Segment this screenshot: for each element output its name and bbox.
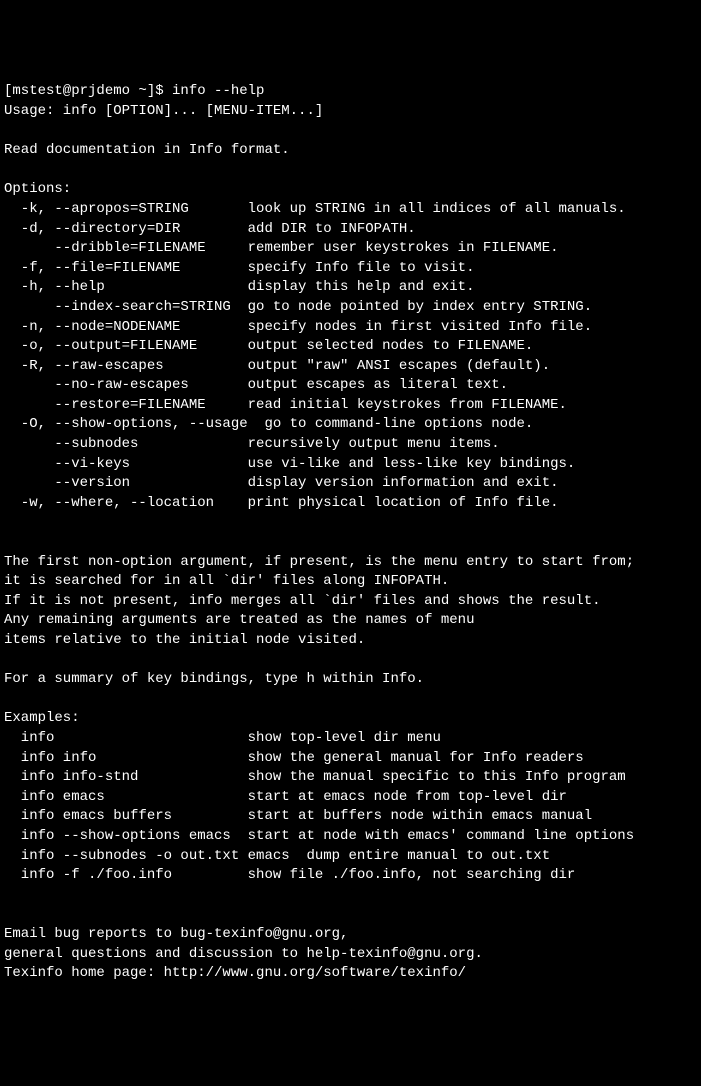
example-line: info emacs buffers start at buffers node… <box>4 808 592 824</box>
option-desc: use vi-like and less-like key bindings. <box>248 456 576 472</box>
example-line: info emacs start at emacs node from top-… <box>4 789 567 805</box>
option-flag: --dribble=FILENAME <box>4 240 248 256</box>
option-desc: go to node pointed by index entry STRING… <box>248 299 592 315</box>
option-desc: add DIR to INFOPATH. <box>248 221 416 237</box>
option-flag: -R, --raw-escapes <box>4 358 248 374</box>
example-cmd: info info-stnd <box>4 769 248 785</box>
para-line: items relative to the initial node visit… <box>4 632 365 648</box>
blank-line <box>4 691 12 707</box>
option-desc: look up STRING in all indices of all man… <box>248 201 626 217</box>
option-desc: remember user keystrokes in FILENAME. <box>248 240 559 256</box>
example-line: info -f ./foo.info show file ./foo.info,… <box>4 867 575 883</box>
option-flag: -d, --directory=DIR <box>4 221 248 237</box>
option-desc: recursively output menu items. <box>248 436 500 452</box>
summary-line: For a summary of key bindings, type h wi… <box>4 671 424 687</box>
option-desc: go to command-line options node. <box>248 416 534 432</box>
option-desc: read initial keystrokes from FILENAME. <box>248 397 567 413</box>
example-line: info info show the general manual for In… <box>4 750 584 766</box>
option-line: --version display version information an… <box>4 475 559 491</box>
example-desc: show top-level dir menu <box>248 730 441 746</box>
footer-line: Email bug reports to bug-texinfo@gnu.org… <box>4 926 348 942</box>
option-flag: -O, --show-options, --usage <box>4 416 248 432</box>
option-desc: output escapes as literal text. <box>248 377 508 393</box>
option-line: -n, --node=NODENAME specify nodes in fir… <box>4 319 592 335</box>
option-flag: --vi-keys <box>4 456 248 472</box>
terminal-output: [mstest@prjdemo ~]$ info --help Usage: i… <box>4 82 697 983</box>
option-flag: -n, --node=NODENAME <box>4 319 248 335</box>
example-cmd: info -f ./foo.info <box>4 867 248 883</box>
option-line: --no-raw-escapes output escapes as liter… <box>4 377 508 393</box>
example-cmd: info info <box>4 750 248 766</box>
option-line: --vi-keys use vi-like and less-like key … <box>4 456 575 472</box>
option-flag: --index-search=STRING <box>4 299 248 315</box>
option-desc: specify Info file to visit. <box>248 260 475 276</box>
example-desc: start at node with emacs' command line o… <box>248 828 634 844</box>
example-line: info --show-options emacs start at node … <box>4 828 634 844</box>
example-cmd: info --subnodes -o out.txt <box>4 848 248 864</box>
blank-line <box>4 534 12 550</box>
example-desc: start at emacs node from top-level dir <box>248 789 567 805</box>
option-line: --subnodes recursively output menu items… <box>4 436 500 452</box>
option-desc: output selected nodes to FILENAME. <box>248 338 534 354</box>
blank-line <box>4 652 12 668</box>
para-line: If it is not present, info merges all `d… <box>4 593 601 609</box>
option-flag: -w, --where, --location <box>4 495 248 511</box>
option-flag: -k, --apropos=STRING <box>4 201 248 217</box>
option-flag: --version <box>4 475 248 491</box>
shell-prompt: [mstest@prjdemo ~]$ <box>4 83 172 99</box>
para-line: The first non-option argument, if presen… <box>4 554 634 570</box>
option-line: -O, --show-options, --usage go to comman… <box>4 416 533 432</box>
option-line: --restore=FILENAME read initial keystrok… <box>4 397 567 413</box>
option-flag: --no-raw-escapes <box>4 377 248 393</box>
option-flag: -o, --output=FILENAME <box>4 338 248 354</box>
example-line: info show top-level dir menu <box>4 730 441 746</box>
option-desc: specify nodes in first visited Info file… <box>248 319 592 335</box>
example-cmd: info --show-options emacs <box>4 828 248 844</box>
example-line: info info-stnd show the manual specific … <box>4 769 626 785</box>
example-cmd: info emacs <box>4 789 248 805</box>
option-line: -f, --file=FILENAME specify Info file to… <box>4 260 474 276</box>
option-desc: display version information and exit. <box>248 475 559 491</box>
option-flag: -f, --file=FILENAME <box>4 260 248 276</box>
option-line: -h, --help display this help and exit. <box>4 279 474 295</box>
example-desc: emacs dump entire manual to out.txt <box>248 848 550 864</box>
options-list: -k, --apropos=STRING look up STRING in a… <box>4 200 697 514</box>
option-line: -k, --apropos=STRING look up STRING in a… <box>4 201 626 217</box>
blank-line <box>4 162 12 178</box>
option-line: -o, --output=FILENAME output selected no… <box>4 338 533 354</box>
example-desc: show the general manual for Info readers <box>248 750 584 766</box>
options-header: Options: <box>4 181 71 197</box>
example-desc: show file ./foo.info, not searching dir <box>248 867 576 883</box>
example-desc: start at buffers node within emacs manua… <box>248 808 592 824</box>
option-flag: -h, --help <box>4 279 248 295</box>
blank-line <box>4 123 12 139</box>
option-line: -R, --raw-escapes output "raw" ANSI esca… <box>4 358 550 374</box>
option-desc: display this help and exit. <box>248 279 475 295</box>
usage-line: Usage: info [OPTION]... [MENU-ITEM...] <box>4 103 323 119</box>
prompt-line: [mstest@prjdemo ~]$ info --help <box>4 83 264 99</box>
option-line: --dribble=FILENAME remember user keystro… <box>4 240 559 256</box>
option-line: -d, --directory=DIR add DIR to INFOPATH. <box>4 221 416 237</box>
option-flag: --restore=FILENAME <box>4 397 248 413</box>
read-doc-line: Read documentation in Info format. <box>4 142 290 158</box>
example-desc: show the manual specific to this Info pr… <box>248 769 626 785</box>
examples-list: info show top-level dir menu info info s… <box>4 729 697 886</box>
option-desc: print physical location of Info file. <box>248 495 559 511</box>
example-cmd: info emacs buffers <box>4 808 248 824</box>
option-line: -w, --where, --location print physical l… <box>4 495 559 511</box>
footer-line: Texinfo home page: http://www.gnu.org/so… <box>4 965 466 981</box>
option-desc: output "raw" ANSI escapes (default). <box>248 358 550 374</box>
example-cmd: info <box>4 730 248 746</box>
option-line: --index-search=STRING go to node pointed… <box>4 299 592 315</box>
example-line: info --subnodes -o out.txt emacs dump en… <box>4 848 550 864</box>
examples-header: Examples: <box>4 710 80 726</box>
para-line: Any remaining arguments are treated as t… <box>4 612 474 628</box>
option-flag: --subnodes <box>4 436 248 452</box>
typed-command: info --help <box>172 83 264 99</box>
footer-line: general questions and discussion to help… <box>4 946 483 962</box>
blank-line <box>4 906 12 922</box>
para-line: it is searched for in all `dir' files al… <box>4 573 449 589</box>
